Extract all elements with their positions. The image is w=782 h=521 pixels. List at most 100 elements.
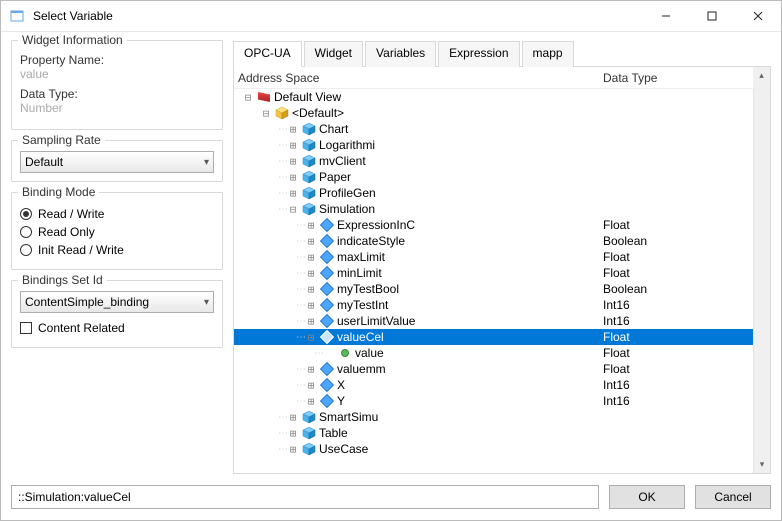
expand-icon[interactable]: ⊞ xyxy=(287,427,299,440)
tree-row[interactable]: ⋯⊞ExpressionInCFloat xyxy=(234,217,753,233)
col-data-type[interactable]: Data Type xyxy=(603,71,753,85)
scroll-down-icon[interactable]: ▾ xyxy=(754,456,770,473)
tree-type: Float xyxy=(603,346,753,360)
minimize-button[interactable] xyxy=(643,1,689,31)
expand-icon[interactable]: ⊞ xyxy=(305,299,317,312)
tree-row[interactable]: ⋯⊟Simulation xyxy=(234,201,753,217)
expand-icon[interactable]: ⊞ xyxy=(305,395,317,408)
tree-row[interactable]: ⋯⊞indicateStyleBoolean xyxy=(234,233,753,249)
tree-row[interactable]: ⋯⊞ mvClient xyxy=(234,153,753,169)
radio-icon xyxy=(20,244,32,256)
expand-icon[interactable]: ⊞ xyxy=(287,187,299,200)
radio-icon xyxy=(20,208,32,220)
tree-type: Boolean xyxy=(603,282,753,296)
variable-icon xyxy=(320,314,334,328)
tree-row[interactable]: ⋯⊞minLimitFloat xyxy=(234,265,753,281)
collapse-icon[interactable]: ⊟ xyxy=(305,331,317,344)
tree-row[interactable]: ⋯⊞Chart xyxy=(234,121,753,137)
expand-icon[interactable]: ⊞ xyxy=(305,235,317,248)
sampling-rate-group: Sampling Rate Default ▾ xyxy=(11,140,223,182)
expand-icon[interactable]: ⊞ xyxy=(305,267,317,280)
col-address-space[interactable]: Address Space xyxy=(234,71,603,85)
radio-init-read-write[interactable]: Init Read / Write xyxy=(20,243,214,257)
tree-guide: ⋯ xyxy=(278,188,287,199)
cancel-button[interactable]: Cancel xyxy=(695,485,771,509)
expand-icon[interactable]: ⊞ xyxy=(287,171,299,184)
tree-row[interactable]: ⋯⊞YInt16 xyxy=(234,393,753,409)
tree-type: Float xyxy=(603,330,753,344)
group-title: Bindings Set Id xyxy=(18,273,107,287)
tree-row[interactable]: ⋯⊞Table xyxy=(234,425,753,441)
scroll-up-icon[interactable]: ▴ xyxy=(753,67,770,84)
tree-row[interactable]: ⋯⊞Logarithmi xyxy=(234,137,753,153)
tree-type: Int16 xyxy=(603,394,753,408)
radio-icon xyxy=(20,226,32,238)
tree-row[interactable]: ⋯⊞myTestIntInt16 xyxy=(234,297,753,313)
path-input[interactable] xyxy=(11,485,599,509)
tree-guide: ⋯ xyxy=(296,236,305,247)
maximize-button[interactable] xyxy=(689,1,735,31)
tree-guide: ⋯ xyxy=(278,204,287,215)
tree-row[interactable]: ⋯⊞valuemmFloat xyxy=(234,361,753,377)
ok-button[interactable]: OK xyxy=(609,485,685,509)
tab-opc-ua[interactable]: OPC-UA xyxy=(233,41,302,67)
tree-row[interactable]: ⊟Default View xyxy=(234,89,753,105)
radio-read-write[interactable]: Read / Write xyxy=(20,207,214,221)
close-button[interactable] xyxy=(735,1,781,31)
expand-icon[interactable]: ⊞ xyxy=(305,315,317,328)
tree-guide: ⋯ xyxy=(296,396,305,407)
tree-row[interactable]: ⋯⊞XInt16 xyxy=(234,377,753,393)
tree-row[interactable]: ⋯⊞userLimitValueInt16 xyxy=(234,313,753,329)
binding-mode-group: Binding Mode Read / Write Read Only Init… xyxy=(11,192,223,270)
tree-row[interactable]: ⋯⊞UseCase xyxy=(234,441,753,457)
tree-row[interactable]: ⋯⊞SmartSimu xyxy=(234,409,753,425)
expand-icon[interactable]: ⊞ xyxy=(287,443,299,456)
tree-guide: ⋯ xyxy=(278,156,287,167)
titlebar[interactable]: Select Variable xyxy=(1,1,781,32)
expand-icon[interactable]: ⊞ xyxy=(305,283,317,296)
radio-label: Read Only xyxy=(38,225,95,239)
tab-widget[interactable]: Widget xyxy=(304,41,363,67)
tab-expression[interactable]: Expression xyxy=(438,41,519,67)
left-panel: Widget Information Property Name: value … xyxy=(11,40,223,474)
expand-icon[interactable]: ⊞ xyxy=(305,219,317,232)
expand-icon[interactable]: ⊞ xyxy=(305,363,317,376)
tree-row[interactable]: ⋯ valueFloat xyxy=(234,345,753,361)
variable-icon xyxy=(320,234,334,248)
tab-mapp[interactable]: mapp xyxy=(522,41,574,67)
tree-guide: ⋯ xyxy=(296,252,305,263)
bindings-set-combo[interactable]: ContentSimple_binding ▾ xyxy=(20,291,214,313)
collapse-icon[interactable]: ⊟ xyxy=(242,91,254,104)
tree-label: indicateStyle xyxy=(337,234,405,248)
expand-icon[interactable]: ⊞ xyxy=(305,251,317,264)
tree-guide: ⋯ xyxy=(296,364,305,375)
tree-view[interactable]: ⊟Default View⊟<Default>⋯⊞Chart⋯⊞Logarith… xyxy=(234,89,753,473)
tree-label: X xyxy=(337,378,345,392)
tree-row[interactable]: ⋯⊞ProfileGen xyxy=(234,185,753,201)
tree-guide: ⋯ xyxy=(278,124,287,135)
sampling-rate-combo[interactable]: Default ▾ xyxy=(20,151,214,173)
tree-row[interactable]: ⋯⊞Paper xyxy=(234,169,753,185)
content-related-checkbox[interactable]: Content Related xyxy=(20,321,214,335)
tree-row[interactable]: ⋯⊞maxLimitFloat xyxy=(234,249,753,265)
tree-label: mvClient xyxy=(319,154,366,168)
expand-icon[interactable]: ⊞ xyxy=(287,155,299,168)
tree-row[interactable]: ⋯⊞myTestBoolBoolean xyxy=(234,281,753,297)
scrollbar[interactable]: ▾ xyxy=(753,89,770,473)
expand-icon[interactable]: ⊞ xyxy=(287,139,299,152)
expand-icon[interactable]: ⊞ xyxy=(305,379,317,392)
expand-icon[interactable]: ⊞ xyxy=(287,123,299,136)
radio-read-only[interactable]: Read Only xyxy=(20,225,214,239)
tree-row[interactable]: ⊟<Default> xyxy=(234,105,753,121)
sampling-rate-value: Default xyxy=(25,155,63,169)
data-type-value: Number xyxy=(20,101,214,115)
collapse-icon[interactable]: ⊟ xyxy=(260,107,272,120)
object-icon xyxy=(302,426,316,440)
tree-row[interactable]: ⋯⊟valueCelFloat xyxy=(234,329,753,345)
expand-icon[interactable]: ⊞ xyxy=(287,411,299,424)
collapse-icon[interactable]: ⊟ xyxy=(287,203,299,216)
bindings-set-group: Bindings Set Id ContentSimple_binding ▾ … xyxy=(11,280,223,348)
tab-variables[interactable]: Variables xyxy=(365,41,436,67)
tree-type: Float xyxy=(603,362,753,376)
variable-icon xyxy=(320,282,334,296)
